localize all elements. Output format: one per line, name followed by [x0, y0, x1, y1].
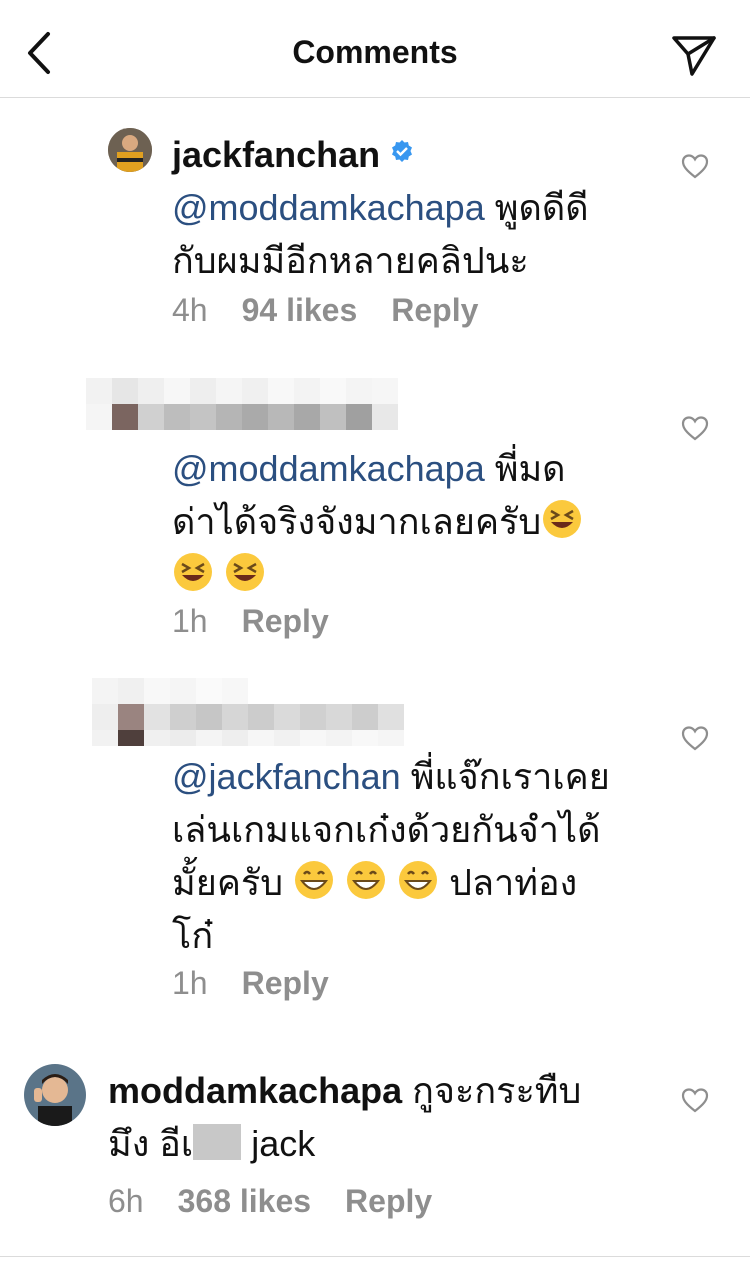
laughing-emoji-icon: [172, 551, 214, 593]
laughing-emoji-icon: [224, 551, 266, 593]
comment-body: พูดดีดี: [484, 187, 589, 228]
heart-icon: [681, 416, 709, 441]
reply-button[interactable]: Reply: [242, 603, 329, 639]
heart-icon: [681, 154, 709, 179]
comment-meta: 4h 94 likes Reply: [172, 292, 512, 329]
mention-link[interactable]: @moddamkachapa: [172, 187, 485, 228]
comment-time: 4h: [172, 292, 208, 328]
comment-text: @moddamkachapa พี่มด ด่าได้จริงจังมากเลย…: [172, 442, 642, 601]
mention-link[interactable]: @jackfanchan: [172, 756, 401, 797]
blurred-username-image: [92, 678, 248, 704]
comment-text: @jackfanchan พี่แจ๊กเราเคย เล่นเกมแจกเก๋…: [172, 750, 652, 962]
like-button[interactable]: [680, 724, 710, 752]
verified-badge-icon: [390, 124, 414, 162]
paper-plane-icon: [672, 36, 716, 76]
blurred-username-image: [86, 378, 398, 404]
comment-text: moddamkachapa กูจะกระทืบ มึง อีเ jack: [108, 1064, 648, 1170]
avatar-image-icon: [24, 1064, 86, 1126]
comment-meta: 1h Reply: [172, 965, 363, 1002]
avatar-image-icon: [108, 128, 152, 172]
divider: [0, 1256, 750, 1257]
blurred-username-image: [86, 404, 398, 430]
comment-meta: 6h 368 likes Reply: [108, 1183, 466, 1220]
comment-body: มึง อีเ: [108, 1123, 194, 1164]
comment-body: กูจะกระทืบ: [402, 1070, 582, 1111]
comment-body: กับผมมีอีกหลายคลิปนะ: [172, 240, 529, 281]
avatar[interactable]: [108, 128, 152, 172]
comment-text: jackfanchan @moddamkachapa พูดดีดี กับผม…: [172, 124, 642, 287]
comment-body: มั้ยครับ: [172, 862, 294, 903]
comment-time: 6h: [108, 1183, 144, 1219]
heart-icon: [681, 726, 709, 751]
comment-meta: 1h Reply: [172, 603, 363, 640]
blurred-username-image: [92, 704, 404, 730]
like-button[interactable]: [680, 414, 710, 442]
comment-body: ปลาท่อง: [439, 862, 578, 903]
comment-body: โก๋: [172, 915, 214, 956]
comment-body: พี่แจ๊กเราเคย: [400, 756, 610, 797]
comment-time: 1h: [172, 965, 208, 1001]
send-button[interactable]: [668, 28, 720, 80]
reply-button[interactable]: Reply: [242, 965, 329, 1001]
laughing-emoji-icon: [541, 498, 583, 540]
grinning-emoji-icon: [397, 859, 439, 901]
comment-body: เล่นเกมแจกเก๋งด้วยกันจำได้: [172, 809, 601, 850]
grinning-emoji-icon: [345, 859, 387, 901]
reply-button[interactable]: Reply: [345, 1183, 432, 1219]
reply-button[interactable]: Reply: [391, 292, 478, 328]
comment-body: jack: [241, 1123, 316, 1164]
comment-username[interactable]: moddamkachapa: [108, 1070, 402, 1111]
censored-text-block: [193, 1124, 242, 1160]
heart-icon: [681, 1088, 709, 1113]
like-button[interactable]: [680, 1086, 710, 1114]
comment-body: ด่าได้จริงจังมากเลยครับ: [172, 501, 542, 542]
blurred-username-image: [92, 730, 404, 746]
comment-body: พี่มด: [484, 448, 566, 489]
like-button[interactable]: [680, 152, 710, 180]
mention-link[interactable]: @moddamkachapa: [172, 448, 485, 489]
comments-header: Comments: [0, 0, 750, 98]
likes-count[interactable]: 94 likes: [242, 292, 358, 328]
comment-username[interactable]: jackfanchan: [172, 134, 380, 175]
comment-time: 1h: [172, 603, 208, 639]
page-title: Comments: [292, 34, 458, 70]
likes-count[interactable]: 368 likes: [178, 1183, 311, 1219]
avatar[interactable]: [24, 1064, 86, 1126]
grinning-emoji-icon: [293, 859, 335, 901]
